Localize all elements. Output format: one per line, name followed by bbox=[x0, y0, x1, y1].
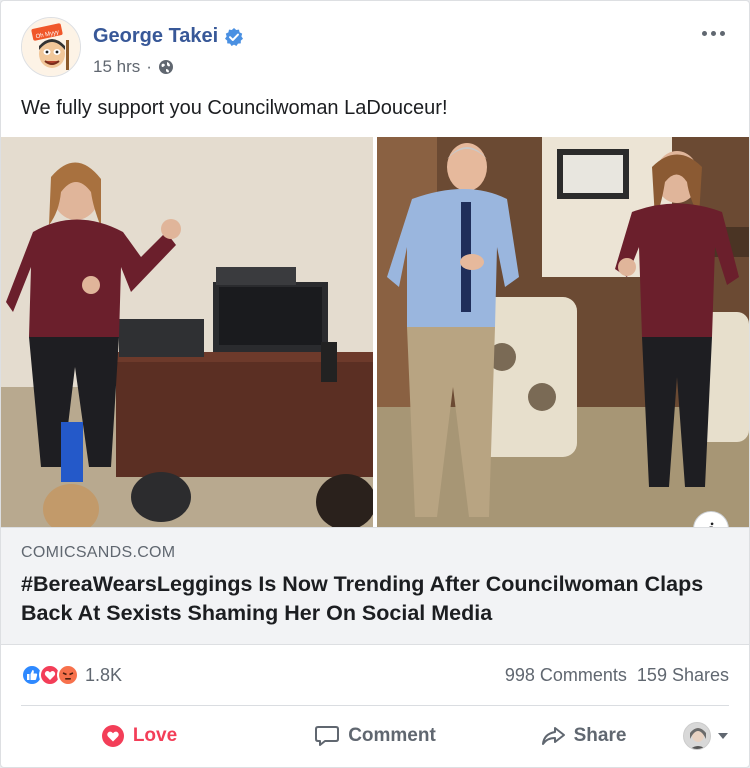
comment-icon bbox=[315, 726, 340, 746]
share-label: Share bbox=[573, 725, 627, 746]
post-meta: 15 hrs · bbox=[93, 57, 174, 77]
actions-divider bbox=[21, 705, 729, 706]
shares-count[interactable]: 159 Shares bbox=[637, 665, 729, 686]
reaction-count: 1.8K bbox=[85, 664, 123, 685]
engagement-stats: 1.8K 998 Comments 159 Shares bbox=[21, 661, 729, 691]
link-preview[interactable]: COMICSANDS.COM #BereaWearsLeggings Is No… bbox=[1, 527, 749, 645]
author-row: George Takei bbox=[93, 25, 244, 48]
love-button[interactable]: Love bbox=[21, 724, 257, 748]
link-headline[interactable]: #BereaWearsLeggings Is Now Trending Afte… bbox=[21, 570, 741, 628]
more-options-icon[interactable] bbox=[699, 25, 727, 41]
comment-label: Comment bbox=[348, 725, 436, 746]
post-card: Oh Myyy George Takei 15 hrs · We fully s… bbox=[0, 0, 750, 768]
angry-reaction-icon bbox=[57, 664, 79, 686]
reaction-summary[interactable]: 1.8K bbox=[21, 664, 122, 686]
share-button[interactable]: Share bbox=[493, 724, 673, 748]
meta-separator: · bbox=[146, 57, 152, 76]
author-avatar[interactable]: Oh Myyy bbox=[21, 17, 81, 77]
share-icon bbox=[541, 727, 565, 745]
comment-share-counts: 998 Comments 159 Shares bbox=[505, 665, 729, 686]
post-message: We fully support you Councilwoman LaDouc… bbox=[21, 97, 448, 119]
globe-icon[interactable] bbox=[158, 59, 174, 75]
reaction-as-selector[interactable] bbox=[683, 722, 729, 750]
link-image[interactable] bbox=[1, 137, 749, 527]
user-avatar bbox=[683, 722, 711, 750]
author-name[interactable]: George Takei bbox=[93, 25, 218, 48]
comments-count[interactable]: 998 Comments bbox=[505, 665, 627, 686]
love-label: Love bbox=[132, 725, 178, 746]
action-bar: Love Comment Share bbox=[21, 713, 729, 759]
comment-button[interactable]: Comment bbox=[257, 724, 493, 748]
verified-badge-icon bbox=[225, 27, 244, 46]
love-icon bbox=[101, 725, 124, 747]
photo-left bbox=[1, 137, 373, 527]
link-domain: COMICSANDS.COM bbox=[21, 544, 176, 561]
post-header: Oh Myyy George Takei 15 hrs · bbox=[21, 17, 731, 87]
post-timestamp[interactable]: 15 hrs bbox=[93, 57, 140, 77]
chevron-down-icon bbox=[718, 733, 728, 739]
photo-right bbox=[377, 137, 749, 527]
